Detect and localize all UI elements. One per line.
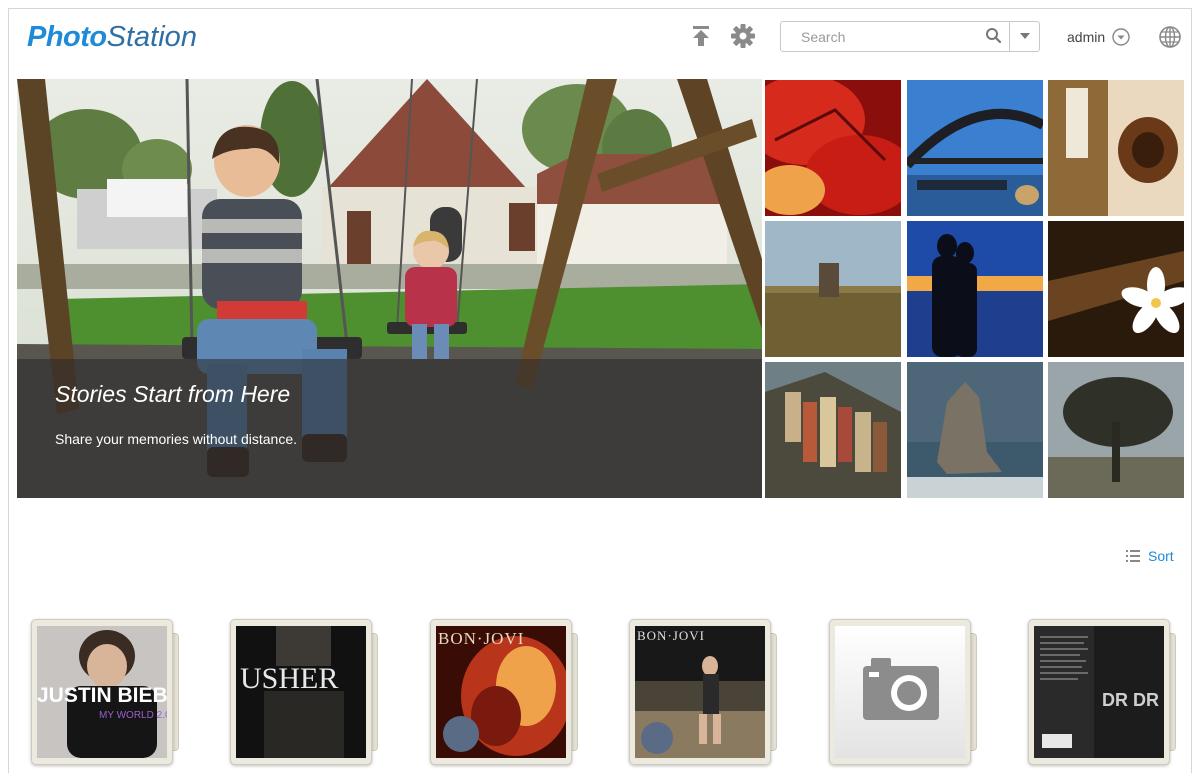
gear-icon[interactable] [730, 23, 756, 49]
photo-thumbnail-tower-at-dusk[interactable] [765, 221, 901, 357]
album-cover-title: DR DR [1102, 690, 1159, 710]
photo-thumbnail-white-flower[interactable] [1048, 221, 1184, 357]
album-item[interactable]: USHER [230, 619, 378, 765]
user-menu[interactable]: admin [1067, 26, 1131, 48]
photo-thumbnail-harbour-bridge[interactable] [907, 80, 1043, 216]
album-cover: BON·JOVI [635, 626, 765, 758]
globe-icon[interactable] [1158, 25, 1182, 49]
app-logo[interactable]: PhotoStation [27, 21, 197, 53]
photo-thumbnail-lone-tree[interactable] [1048, 362, 1184, 498]
hero-banner[interactable]: Stories Start from Here Share your memor… [17, 79, 762, 498]
search-icon[interactable] [984, 26, 1004, 46]
album-item[interactable]: BON·JOVI [629, 619, 777, 765]
album-cover: BON·JOVI [436, 626, 566, 758]
hero-caption: Stories Start from Here Share your memor… [17, 359, 762, 498]
search-divider [1009, 22, 1010, 51]
search-input[interactable] [781, 22, 981, 51]
photo-thumbnail-cliff-village[interactable] [765, 362, 901, 498]
photo-thumbnail-couple-silhouette[interactable] [907, 221, 1043, 357]
upload-icon[interactable] [688, 23, 714, 49]
album-item[interactable]: JUSTIN BIEBER MY WORLD 2.0 [31, 619, 179, 765]
featured-photo-grid [765, 80, 1189, 498]
hero-title: Stories Start from Here [55, 381, 291, 407]
logo-photo: Photo [27, 21, 107, 53]
camera-icon [835, 626, 965, 758]
photo-thumbnail-carved-mask[interactable] [1048, 80, 1184, 216]
sort-label: Sort [1148, 548, 1174, 564]
album-cover: JUSTIN BIEBER MY WORLD 2.0 [37, 626, 167, 758]
header: PhotoStation Search admin [9, 9, 1191, 71]
list-sort-icon [1126, 550, 1140, 562]
caret-down-icon [1020, 33, 1030, 39]
logo-station: Station [106, 21, 197, 53]
album-item[interactable] [829, 619, 977, 765]
album-cover-title: BON·JOVI [637, 628, 705, 643]
chevron-down-circle-icon [1112, 28, 1130, 46]
photo-thumbnail-red-leaves[interactable] [765, 80, 901, 216]
album-cover-subtitle: MY WORLD 2.0 [99, 710, 167, 721]
photostation-window: PhotoStation Search admin Stories Start … [8, 8, 1192, 773]
album-cover: DR DR [1034, 626, 1164, 758]
album-cover [835, 626, 965, 758]
album-cover-title: USHER [240, 662, 338, 695]
search-box [780, 21, 1040, 52]
user-name: admin [1067, 29, 1106, 45]
photo-thumbnail-sea-rock[interactable] [907, 362, 1043, 498]
album-cover-title: JUSTIN BIEBER [37, 684, 167, 707]
album-cover: USHER [236, 626, 366, 758]
hero-subtitle: Share your memories without distance. [55, 431, 297, 447]
search-options-dropdown[interactable] [1014, 26, 1036, 46]
sort-button[interactable]: Sort [1126, 548, 1174, 564]
album-cover-title: BON·JOVI [438, 629, 524, 648]
album-item[interactable]: BON·JOVI [430, 619, 578, 765]
album-item[interactable]: DR DR [1028, 619, 1176, 765]
